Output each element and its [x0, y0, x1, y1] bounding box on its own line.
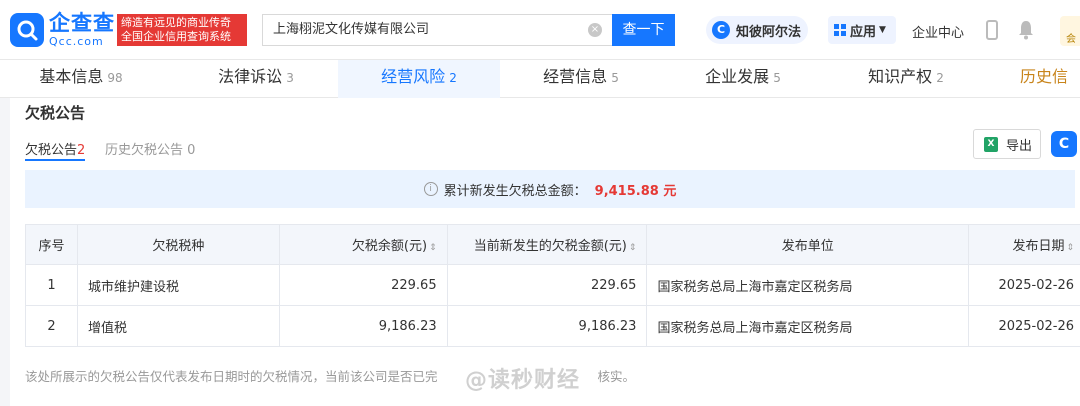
mobile-icon[interactable] — [986, 20, 998, 40]
tab-label: 经营信息 — [543, 67, 608, 86]
header-date[interactable]: 发布日期 ⇕ — [968, 224, 1080, 265]
header-tax-type: 欠税税种 — [76, 224, 280, 265]
excel-icon: X — [984, 136, 998, 152]
logo-text-en: Qcc.com — [49, 35, 104, 48]
export-label: 导出 — [1006, 138, 1033, 154]
caret-down-icon: ▼ — [879, 25, 886, 35]
header-date-label: 发布日期 — [1012, 239, 1065, 254]
cell-balance: 9,186.23 — [278, 305, 448, 347]
enterprise-center-link[interactable]: 企业中心 — [912, 22, 964, 41]
header-balance[interactable]: 欠税余额(元) ⇕ — [278, 224, 448, 265]
tab-label: 企业发展 — [705, 67, 770, 86]
watermark: @读秒财经 — [465, 368, 581, 393]
cell-tax-type: 城市维护建设税 — [76, 264, 280, 306]
apps-menu-button[interactable]: 应用 ▼ — [828, 16, 896, 44]
cell-tax-type: 增值税 — [76, 305, 280, 347]
cell-balance: 229.65 — [278, 264, 448, 306]
zhibi-alpha-button[interactable]: C 知彼阿尔法 — [706, 16, 808, 44]
clear-icon[interactable]: × — [588, 23, 602, 37]
bell-icon[interactable] — [1018, 20, 1034, 40]
cell-publisher[interactable]: 国家税务总局上海市嘉定区税务局 — [646, 305, 970, 347]
qcc-logo-icon — [10, 13, 44, 47]
tab-development[interactable]: 企业发展 5 — [662, 60, 824, 98]
main-tabs: 基本信息 98 法律诉讼 3 经营风险 2 经营信息 5 企业发展 5 知识产权 2 历史信… — [0, 60, 1080, 120]
subtab-label: 历史欠税公告 — [105, 143, 184, 158]
slogan-line-1: 缔造有远见的商业传奇 — [121, 16, 231, 29]
footnote-tail: 核实。 — [597, 369, 636, 384]
slogan-line-2: 全国企业信用查询系统 — [121, 30, 231, 43]
search-button[interactable]: 查一下 — [612, 14, 675, 46]
header-index: 序号 — [25, 224, 78, 265]
tab-count: 2 — [936, 71, 944, 85]
header-new-amount-label: 当前新发生的欠税金额(元) — [473, 239, 627, 254]
footnote-text: 该处所展示的欠税公告仅代表发布日期时的欠税情况，当前该公司是否已完 — [25, 369, 438, 384]
vip-badge[interactable]: 会 — [1060, 16, 1080, 46]
tab-ip[interactable]: 知识产权 2 — [825, 60, 987, 98]
cell-date: 2025-02-26 — [968, 264, 1080, 306]
tab-count: 5 — [611, 71, 619, 85]
table-row: 2 增值税 9,186.23 9,186.23 国家税务总局上海市嘉定区税务局 … — [25, 305, 1080, 347]
subtab-tax-arrears[interactable]: 欠税公告2 — [25, 139, 85, 158]
zhibi-logo-icon: C — [712, 21, 730, 39]
cell-index: 2 — [25, 305, 78, 347]
sort-icon[interactable]: ⇕ — [629, 243, 637, 253]
table-row: 1 城市维护建设税 229.65 229.65 国家税务总局上海市嘉定区税务局 … — [25, 264, 1080, 306]
export-button[interactable]: X 导出 — [973, 129, 1041, 159]
subtab-count: 0 — [187, 143, 196, 158]
tab-label: 基本信息 — [39, 67, 104, 86]
tab-count: 5 — [773, 71, 781, 85]
cell-date: 2025-02-26 — [968, 305, 1080, 347]
apps-label: 应用 — [850, 24, 877, 40]
section-title: 欠税公告 — [25, 104, 86, 122]
table-header-row: 序号 欠税税种 欠税余额(元) ⇕ 当前新发生的欠税金额(元) ⇕ 发布单位 发布日… — [25, 224, 1080, 265]
slogan-banner: 缔造有远见的商业传奇 全国企业信用查询系统 — [117, 14, 247, 46]
sort-icon[interactable]: ⇕ — [1066, 243, 1074, 253]
subtab-label: 欠税公告 — [25, 143, 78, 158]
tab-label: 法律诉讼 — [218, 67, 283, 86]
header-new-amount[interactable]: 当前新发生的欠税金额(元) ⇕ — [446, 224, 648, 265]
subtab-history-arrears[interactable]: 历史欠税公告 0 — [105, 139, 195, 158]
qcc-logo[interactable]: 企查查 Qcc.com — [10, 12, 115, 48]
tab-history[interactable]: 历史信息 — [990, 60, 1080, 120]
tab-count: 3 — [286, 71, 294, 85]
top-bar: 企查查 Qcc.com 缔造有远见的商业传奇 全国企业信用查询系统 上海栩泥文化… — [0, 0, 1080, 60]
cell-index: 1 — [25, 264, 78, 306]
tab-count: 2 — [449, 71, 457, 85]
grid-icon — [834, 24, 846, 36]
tab-legal[interactable]: 法律诉讼 3 — [175, 60, 337, 98]
summary-label: 累计新发生欠税总金额： — [443, 183, 587, 199]
cell-new-amount: 9,186.23 — [446, 305, 648, 347]
tax-arrears-card: 欠税公告 欠税公告2 历史欠税公告 0 X 导出 C i 累计新发生欠税总金额：… — [10, 98, 1080, 406]
zhibi-label: 知彼阿尔法 — [736, 24, 802, 40]
qcc-mini-icon[interactable]: C — [1051, 131, 1077, 157]
tab-business-risk[interactable]: 经营风险 2 — [338, 60, 500, 98]
summary-value: 9,415.88 元 — [594, 183, 677, 199]
tab-label: 经营风险 — [381, 67, 446, 86]
tab-label: 知识产权 — [868, 67, 933, 86]
sort-icon[interactable]: ⇕ — [429, 243, 437, 253]
summary-bar: i 累计新发生欠税总金额： 9,415.88 元 — [25, 170, 1075, 208]
info-icon: i — [423, 182, 438, 196]
search-input[interactable]: 上海栩泥文化传媒有限公司 — [262, 14, 612, 46]
subtab-count: 2 — [77, 143, 86, 158]
tab-business-info[interactable]: 经营信息 5 — [500, 60, 662, 98]
header-balance-label: 欠税余额(元) — [351, 239, 428, 254]
cell-publisher[interactable]: 国家税务总局上海市嘉定区税务局 — [646, 264, 970, 306]
subtab-underline — [25, 159, 85, 161]
tab-count: 98 — [107, 71, 123, 85]
tax-arrears-table: 序号 欠税税种 欠税余额(元) ⇕ 当前新发生的欠税金额(元) ⇕ 发布单位 发布日… — [25, 224, 1080, 347]
header-publisher: 发布单位 — [646, 224, 970, 265]
cell-new-amount: 229.65 — [446, 264, 648, 306]
tab-basic-info[interactable]: 基本信息 98 — [0, 60, 162, 98]
logo-text-cn: 企查查 — [49, 11, 115, 35]
